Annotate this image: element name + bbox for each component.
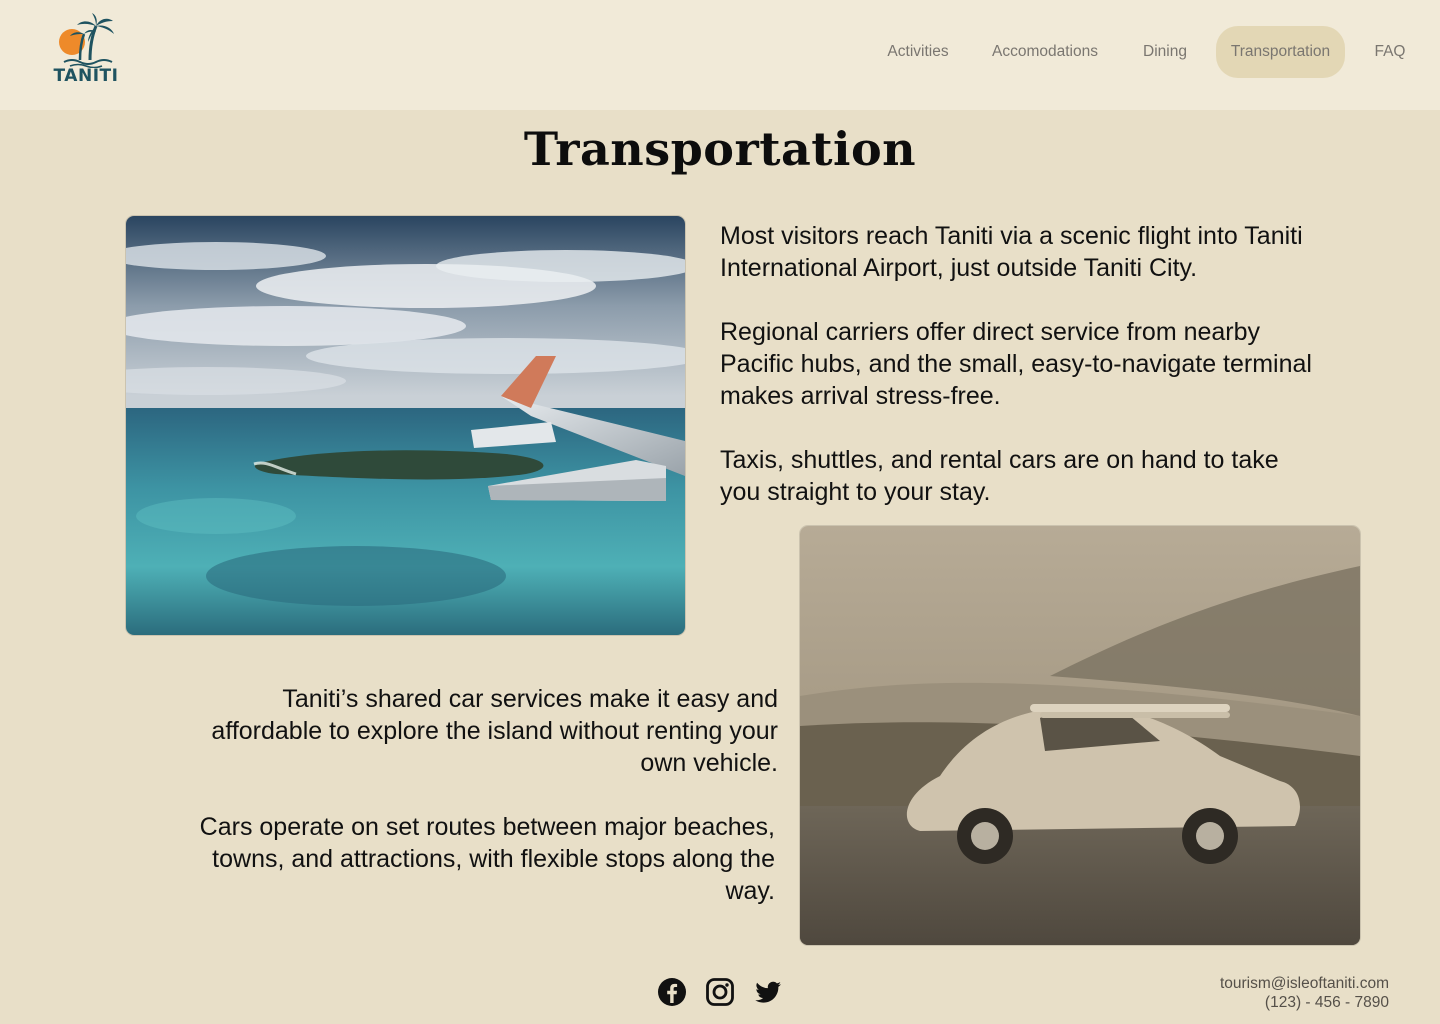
paragraph-taxis: Taxis, shuttles, and rental cars are on …	[720, 446, 1279, 506]
nav-accomodations[interactable]: Accomodations	[980, 26, 1110, 78]
contact-email[interactable]: tourism@isleoftaniti.com	[1220, 974, 1389, 993]
airplane-wing-photo	[126, 216, 685, 635]
paragraph-airport: Most visitors reach Taniti via a scenic …	[720, 222, 1303, 282]
vintage-car-photo	[800, 526, 1360, 945]
nav-activities[interactable]: Activities	[872, 26, 964, 78]
nav-faq[interactable]: FAQ	[1362, 26, 1418, 78]
paragraph-carriers: Regional carriers offer direct service f…	[720, 318, 1312, 410]
twitter-icon[interactable]	[752, 976, 784, 1008]
contact-info: tourism@isleoftaniti.com (123) - 456 - 7…	[1220, 974, 1389, 1012]
nav-dining[interactable]: Dining	[1130, 26, 1200, 78]
facebook-icon[interactable]	[656, 976, 688, 1008]
page-title: Transportation	[523, 122, 917, 176]
paragraph-shared-cars: Taniti’s shared car services make it eas…	[211, 685, 778, 777]
contact-phone: (123) - 456 - 7890	[1264, 994, 1389, 1011]
nav-transportation[interactable]: Transportation	[1216, 26, 1345, 78]
instagram-icon[interactable]	[704, 976, 736, 1008]
site-header: TANITI Activities Accomodations Dining T…	[0, 0, 1440, 110]
main-nav: Activities Accomodations Dining Transpor…	[0, 26, 1440, 78]
paragraph-routes: Cars operate on set routes between major…	[199, 813, 775, 905]
